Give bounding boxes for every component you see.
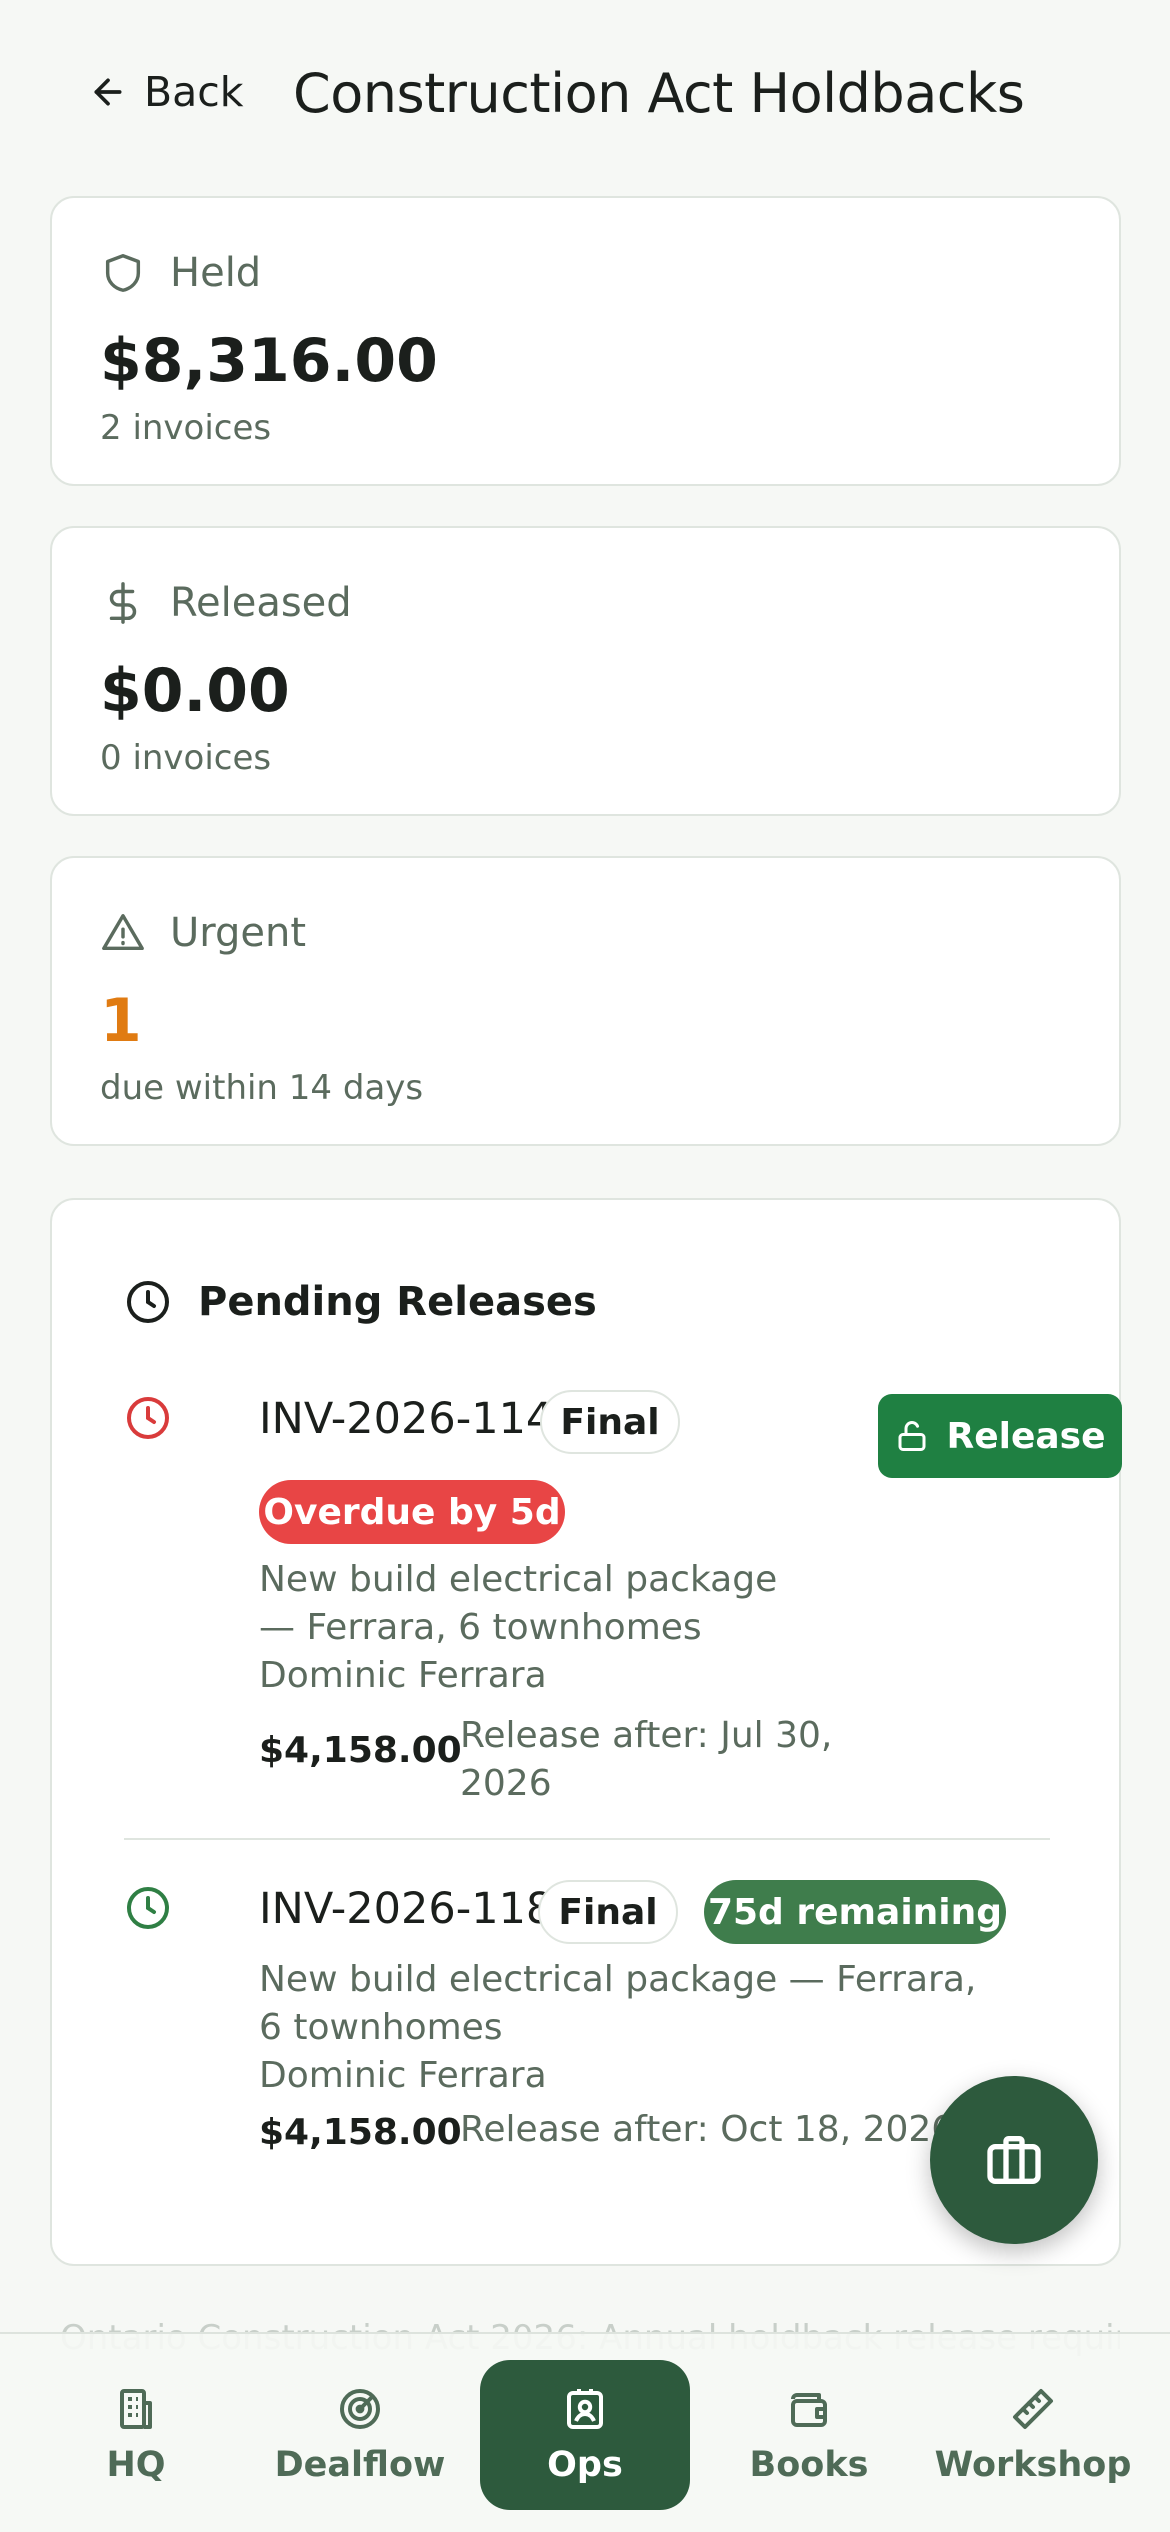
badge-icon [567,2389,603,2429]
urgent-card: Urgent 1 due within 14 days [50,856,1121,1146]
clock-icon [127,1281,169,1323]
amount: $4,158.00 [259,1730,462,1771]
tab-workshop-label: Workshop [934,2445,1132,2485]
toolbox-icon [987,2136,1041,2184]
released-label: Released [170,580,352,626]
status-badge: Overdue by 5d [259,1480,565,1544]
description: New build electrical package — Ferrara, … [259,1559,778,1648]
unlock-icon [898,1421,926,1451]
release-date: Release after: Jul 30, 2026 [460,1715,833,1804]
radar-icon [340,2389,380,2429]
list-item[interactable]: INV-2026-114 Final Overdue by 5d Release… [124,1390,1122,1814]
list-item[interactable]: INV-2026-118 Final 75d remaining New bui… [124,1880,1050,2204]
header: Back Construction Act Holdbacks [0,0,1170,190]
dollar-icon [109,582,137,624]
clock-overdue-icon [127,1397,169,1439]
released-count: 0 invoices [100,738,272,778]
back-button[interactable]: Back [88,68,244,116]
status-badge: 75d remaining [704,1880,1006,1944]
amount: $4,158.00 [259,2112,462,2153]
tab-books[interactable]: Books [704,2360,914,2510]
tab-books-label: Books [749,2445,869,2485]
arrow-left-icon [94,78,122,106]
back-label: Back [144,68,244,116]
ruler-icon [1013,2389,1053,2429]
held-value: $8,316.00 [100,326,438,396]
held-card: Held $8,316.00 2 invoices [50,196,1121,486]
toolbox-fab-button[interactable] [930,2076,1098,2244]
tab-dealflow[interactable]: Dealflow [255,2360,465,2510]
urgent-note: due within 14 days [100,1068,424,1108]
divider [124,1838,1050,1840]
released-card: Released $0.00 0 invoices [50,526,1121,816]
warning-icon [102,914,144,951]
wallet-icon [791,2393,827,2427]
invoice-number: INV-2026-118 [259,1884,554,1934]
held-count: 2 invoices [100,408,272,448]
description: New build electrical package — Ferrara, … [259,1959,977,2048]
section-title: Pending Releases [198,1279,597,1325]
urgent-value: 1 [100,986,142,1056]
release-date: Release after: Oct 18, 2026 [460,2109,955,2150]
release-button[interactable]: Release [878,1394,1122,1478]
page-title: Construction Act Holdbacks [293,62,1025,125]
shield-icon [105,254,141,292]
client-name: Dominic Ferrara [259,1655,547,1696]
tab-hq-label: HQ [106,2445,166,2485]
tab-hq[interactable]: HQ [31,2360,241,2510]
tab-dealflow-label: Dealflow [274,2445,446,2485]
release-label: Release [946,1415,1106,1457]
tab-workshop[interactable]: Workshop [928,2360,1138,2510]
urgent-label: Urgent [170,910,307,956]
held-label: Held [170,250,262,296]
clock-icon [127,1887,169,1929]
type-badge: Final [538,1880,678,1944]
tab-ops-label: Ops [547,2445,623,2485]
type-badge: Final [540,1390,680,1454]
tab-ops[interactable]: Ops [480,2360,690,2510]
invoice-number: INV-2026-114 [259,1394,554,1444]
building-icon [120,2389,152,2429]
released-value: $0.00 [100,656,290,726]
bottom-tab-bar: HQ Dealflow Ops Books Workshop [0,2332,1170,2532]
client-name: Dominic Ferrara [259,2055,547,2096]
